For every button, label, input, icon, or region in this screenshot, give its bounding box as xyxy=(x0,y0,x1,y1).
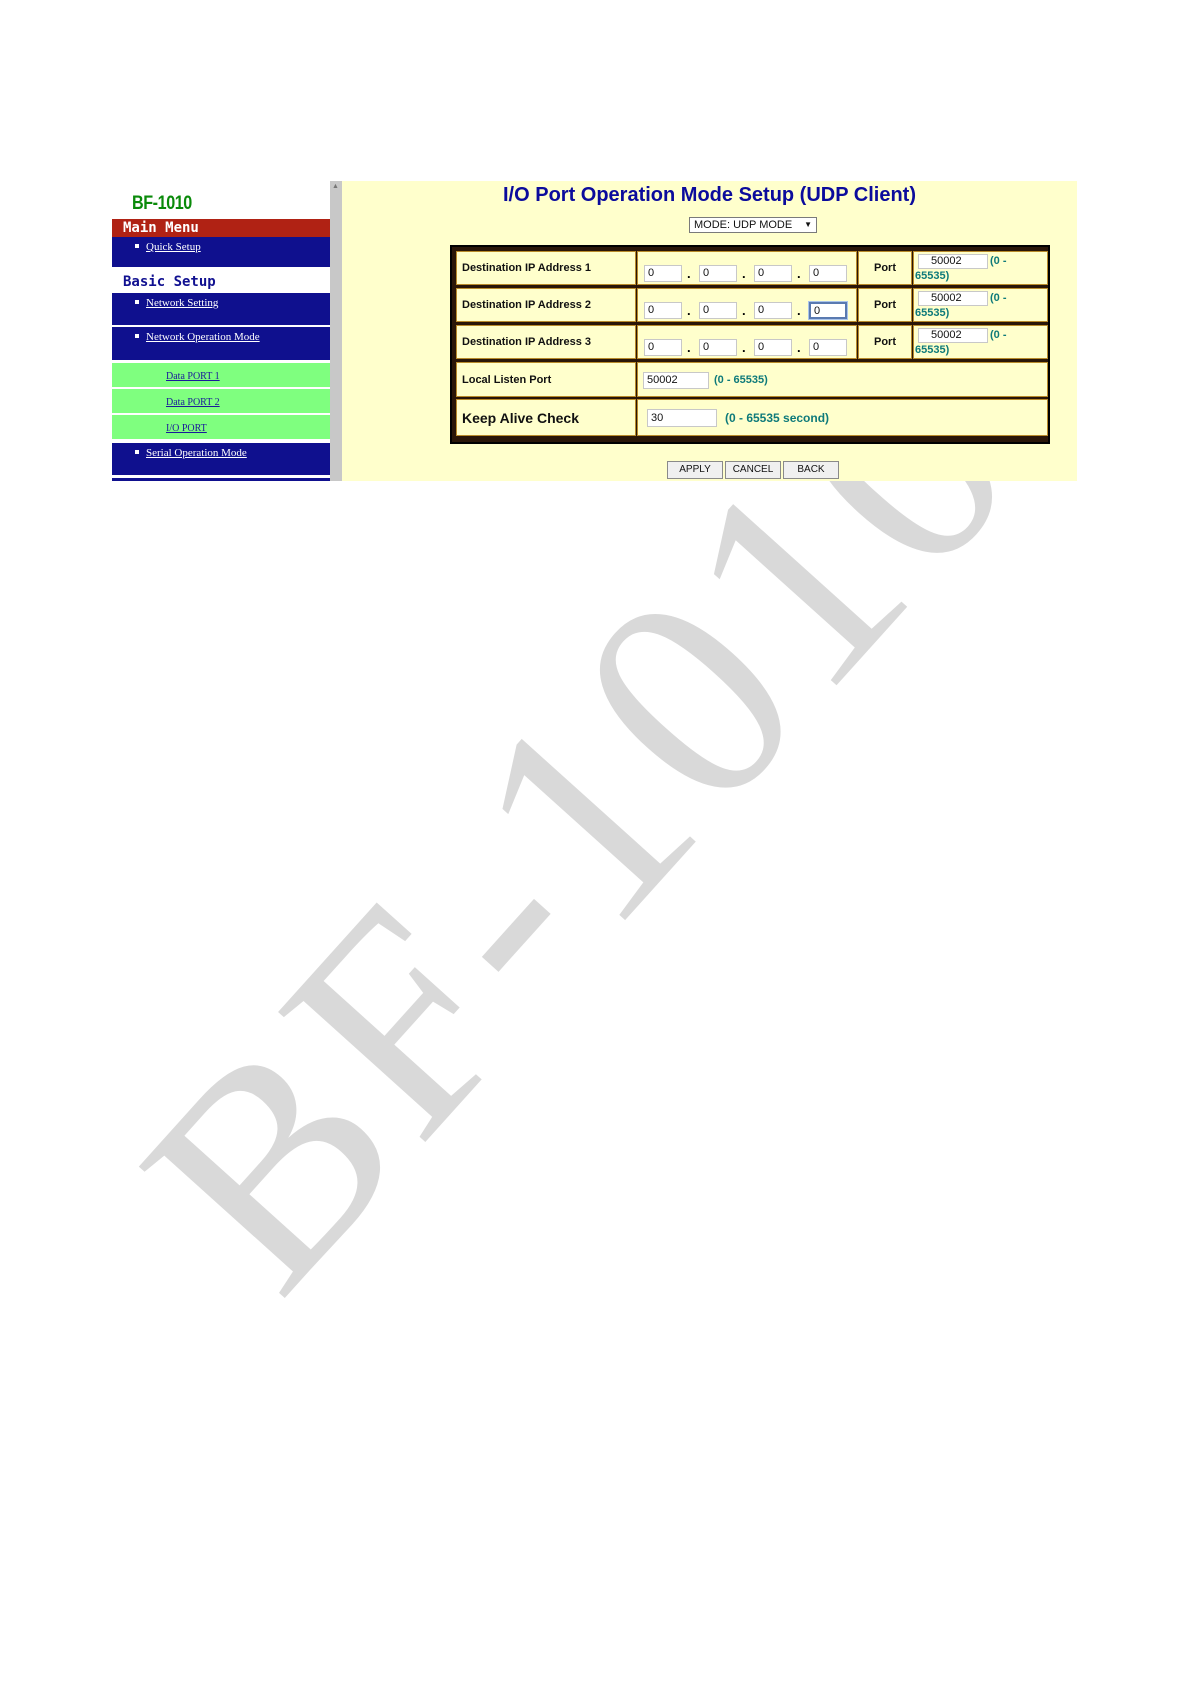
port-3-label: Port xyxy=(858,325,912,359)
keep-alive-label: Keep Alive Check xyxy=(456,399,636,436)
local-listen-port-range: (0 - 65535) xyxy=(714,374,768,386)
network-setting-link[interactable]: Network Setting xyxy=(146,297,218,309)
main-menu-header: Main Menu xyxy=(112,219,330,237)
port-3-cell: 50002 (0 - 65535) xyxy=(913,325,1048,359)
sidebar-subitem-data-port-1[interactable]: Data PORT 1 xyxy=(112,363,330,389)
sidebar-subitem-data-port-2[interactable]: Data PORT 2 xyxy=(112,389,330,415)
cancel-button[interactable]: CANCEL xyxy=(725,461,781,479)
browser-screenshot: BF-1010 Main Menu Quick Setup Basic Setu… xyxy=(112,181,1077,481)
ip-dot: . xyxy=(797,266,801,281)
dest-ip-2-cell: 0 . 0 . 0 . 0 xyxy=(637,288,857,322)
network-operation-mode-link[interactable]: Network Operation Mode xyxy=(146,331,260,343)
mode-select[interactable]: MODE: UDP MODE ▼ xyxy=(689,217,817,233)
bullet-icon xyxy=(135,334,139,339)
dest-ip-2-octet-3[interactable]: 0 xyxy=(754,302,792,319)
dest-ip-3-octet-3[interactable]: 0 xyxy=(754,339,792,356)
port-3-input[interactable]: 50002 xyxy=(918,328,988,343)
bullet-icon xyxy=(135,244,139,249)
port-2-cell: 50002 (0 - 65535) xyxy=(913,288,1048,322)
port-1-cell: 50002 (0 - 65535) xyxy=(913,251,1048,285)
sidebar-scrollbar[interactable]: ▲ xyxy=(330,181,342,481)
bullet-icon xyxy=(135,450,139,455)
keep-alive-input[interactable]: 30 xyxy=(647,409,717,427)
port-2-range-b: 65535) xyxy=(915,307,950,319)
dest-ip-3-octet-2[interactable]: 0 xyxy=(699,339,737,356)
bullet-icon xyxy=(135,300,139,305)
dest-ip-2-octet-4[interactable]: 0 xyxy=(808,301,848,320)
dest-ip-1-octet-3[interactable]: 0 xyxy=(754,265,792,282)
ip-dot: . xyxy=(797,303,801,318)
keep-alive-range: (0 - 65535 second) xyxy=(725,411,830,425)
dest-ip-2-octet-2[interactable]: 0 xyxy=(699,302,737,319)
ip-dot: . xyxy=(687,303,691,318)
sidebar-item-serial-operation-mode[interactable]: Serial Operation Mode xyxy=(112,443,330,477)
ip-dot: . xyxy=(742,266,746,281)
sidebar-subitem-io-port[interactable]: I/O PORT xyxy=(112,415,330,441)
logo: BF-1010 xyxy=(132,193,192,214)
sidebar-item-network-setting[interactable]: Network Setting xyxy=(112,293,330,327)
sidebar-item-network-operation-mode[interactable]: Network Operation Mode xyxy=(112,327,330,362)
back-button[interactable]: BACK xyxy=(783,461,839,479)
serial-operation-mode-link[interactable]: Serial Operation Mode xyxy=(146,447,247,459)
dest-ip-1-cell: 0 . 0 . 0 . 0 xyxy=(637,251,857,285)
dest-ip-3-octet-1[interactable]: 0 xyxy=(644,339,682,356)
port-1-input[interactable]: 50002 xyxy=(918,254,988,269)
page-title: I/O Port Operation Mode Setup (UDP Clien… xyxy=(503,184,916,206)
port-1-range-b: 65535) xyxy=(915,270,950,282)
dest-ip-1-octet-1[interactable]: 0 xyxy=(644,265,682,282)
sidebar-item-next xyxy=(112,478,330,481)
data-port-2-link[interactable]: Data PORT 2 xyxy=(166,397,220,408)
dest-ip-1-octet-4[interactable]: 0 xyxy=(809,265,847,282)
port-3-range-b: 65535) xyxy=(915,344,950,356)
dest-ip-2-label: Destination IP Address 2 xyxy=(456,288,636,322)
io-port-link[interactable]: I/O PORT xyxy=(166,423,207,434)
local-listen-port-label: Local Listen Port xyxy=(456,362,636,397)
chevron-down-icon: ▼ xyxy=(804,220,812,229)
data-port-1-link[interactable]: Data PORT 1 xyxy=(166,371,220,382)
dest-ip-1-octet-2[interactable]: 0 xyxy=(699,265,737,282)
port-2-range-a: (0 - xyxy=(990,292,1007,304)
dest-ip-3-cell: 0 . 0 . 0 . 0 xyxy=(637,325,857,359)
local-listen-port-cell: 50002 (0 - 65535) xyxy=(637,362,1048,397)
keep-alive-cell: 30 (0 - 65535 second) xyxy=(637,399,1048,436)
config-table: Destination IP Address 1 0 . 0 . 0 . 0 P… xyxy=(450,245,1050,444)
scroll-up-icon[interactable]: ▲ xyxy=(332,183,339,190)
quick-setup-link[interactable]: Quick Setup xyxy=(146,241,201,253)
local-listen-port-input[interactable]: 50002 xyxy=(643,372,709,389)
sidebar: BF-1010 Main Menu Quick Setup Basic Setu… xyxy=(112,181,330,481)
dest-ip-1-label: Destination IP Address 1 xyxy=(456,251,636,285)
apply-button[interactable]: APPLY xyxy=(667,461,723,479)
ip-dot: . xyxy=(742,303,746,318)
ip-dot: . xyxy=(687,266,691,281)
dest-ip-3-octet-4[interactable]: 0 xyxy=(809,339,847,356)
port-2-label: Port xyxy=(858,288,912,322)
port-1-label: Port xyxy=(858,251,912,285)
port-1-range-a: (0 - xyxy=(990,255,1007,267)
dest-ip-2-octet-1[interactable]: 0 xyxy=(644,302,682,319)
sidebar-item-quick-setup[interactable]: Quick Setup xyxy=(112,237,330,269)
port-2-input[interactable]: 50002 xyxy=(918,291,988,306)
basic-setup-header: Basic Setup xyxy=(112,271,330,293)
ip-dot: . xyxy=(687,340,691,355)
ip-dot: . xyxy=(742,340,746,355)
ip-dot: . xyxy=(797,340,801,355)
port-3-range-a: (0 - xyxy=(990,329,1007,341)
dest-ip-3-label: Destination IP Address 3 xyxy=(456,325,636,359)
mode-select-value: MODE: UDP MODE xyxy=(694,219,793,231)
